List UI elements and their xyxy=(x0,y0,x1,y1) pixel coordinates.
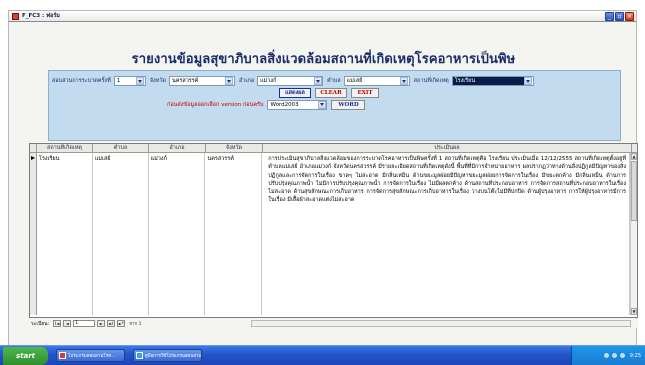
action-buttons: แสดงผล CLEAR EXIT xyxy=(279,88,379,99)
grid-header: สถานที่เกิดเหตุ ตำบล อำเภอ จังหวัด ประเม… xyxy=(30,144,637,153)
header-selector[interactable] xyxy=(30,144,37,152)
window-controls: _ ▫ × xyxy=(605,11,634,21)
round-label: สอบสวนการระบาดครั้งที่ xyxy=(52,78,111,84)
report-title: รายงานข้อมูลสุขาภิบาลสิ่งแวดล้อมสถานที่เ… xyxy=(131,52,516,67)
tray-icon[interactable] xyxy=(611,353,617,358)
column-header-assessment[interactable]: ประเมินผล xyxy=(263,144,632,152)
taskbar-item-manual[interactable]: คู่มือการใช้โปรแกรมสอบสวน... xyxy=(133,349,202,362)
round-select[interactable]: 1 xyxy=(113,76,146,86)
column-header-subdistrict[interactable]: ตำบล xyxy=(93,144,149,152)
subdistrict-value: แม่เล่ย์ xyxy=(346,78,363,84)
province-label: จังหวัด xyxy=(149,78,166,84)
clear-button[interactable]: CLEAR xyxy=(315,88,347,98)
navigator-label: ระเบียน: xyxy=(31,320,50,327)
record-navigator: ระเบียน: I◄ ◄ 1 ► ►I ►* จาก 1 xyxy=(29,319,638,328)
prev-record-button[interactable]: ◄ xyxy=(63,320,72,327)
access-form-icon xyxy=(12,12,19,20)
column-header-place[interactable]: สถานที่เกิดเหตุ xyxy=(37,144,93,152)
restore-icon[interactable]: ▫ xyxy=(615,11,624,21)
cell-subdistrict[interactable]: แม่เล่ย์ xyxy=(93,153,149,315)
taskbar: start โปรแกรมสอบสวนโรค... คู่มือการใช้โป… xyxy=(0,345,645,365)
place-select[interactable]: โรงเรียน xyxy=(451,76,534,86)
system-tray: 9:25 xyxy=(571,345,645,365)
chevron-down-icon[interactable] xyxy=(225,77,234,85)
preview-button[interactable]: แสดงผล xyxy=(279,88,311,98)
column-header-province[interactable]: จังหวัด xyxy=(206,144,263,152)
minimize-icon[interactable]: _ xyxy=(605,11,614,21)
place-value: โรงเรียน xyxy=(452,77,525,85)
current-record-icon xyxy=(31,156,35,160)
province-value: นครสวรรค์ xyxy=(171,78,199,84)
next-record-button[interactable]: ► xyxy=(97,320,106,327)
results-grid: สถานที่เกิดเหตุ ตำบล อำเภอ จังหวัด ประเม… xyxy=(29,143,638,318)
vertical-scrollbar[interactable]: ▲ ▼ xyxy=(630,153,638,315)
district-select[interactable]: แม่วงก์ xyxy=(257,76,324,86)
scroll-thumb[interactable] xyxy=(631,161,638,221)
form-client-area: รายงานข้อมูลสุขาภิบาลสิ่งแวดล้อมสถานที่เ… xyxy=(8,22,638,345)
cell-place[interactable]: โรงเรียน xyxy=(37,153,93,315)
cell-province[interactable]: นครสวรรค์ xyxy=(205,153,263,315)
record-count: จาก 1 xyxy=(129,322,142,327)
cell-district[interactable]: แม่วงก์ xyxy=(149,153,206,315)
access-app-icon xyxy=(59,352,66,359)
table-row[interactable]: โรงเรียน แม่เล่ย์ แม่วงก์ นครสวรรค์ การป… xyxy=(30,153,638,315)
tray-icon[interactable] xyxy=(603,353,609,358)
column-header-district[interactable]: อำเภอ xyxy=(149,144,206,152)
version-select[interactable]: Word2003 xyxy=(267,99,328,110)
taskbar-item-label: โปรแกรมสอบสวนโรค... xyxy=(68,354,116,359)
subdistrict-select[interactable]: แม่เล่ย์ xyxy=(343,76,410,86)
record-selector[interactable] xyxy=(30,153,37,315)
chevron-down-icon[interactable] xyxy=(136,77,145,85)
close-icon[interactable]: × xyxy=(625,11,634,21)
district-label: อำเภอ xyxy=(238,78,255,84)
start-button[interactable]: start xyxy=(3,346,48,365)
new-record-button[interactable]: ►* xyxy=(117,320,126,327)
chevron-down-icon[interactable] xyxy=(317,100,326,109)
first-record-button[interactable]: I◄ xyxy=(53,320,62,327)
taskbar-item-label: คู่มือการใช้โปรแกรมสอบสวน... xyxy=(144,354,201,359)
taskbar-item-program[interactable]: โปรแกรมสอบสวนโรค... xyxy=(56,349,125,362)
clock: 9:25 xyxy=(629,352,641,359)
record-position-input[interactable]: 1 xyxy=(73,320,96,327)
version-note: ก่อนส่งข้อมูลออกเลือก version ก่อนครับ xyxy=(167,101,264,108)
scroll-up-icon[interactable]: ▲ xyxy=(631,153,638,160)
place-label: สถานที่เกิดเหตุ xyxy=(413,78,449,84)
last-record-button[interactable]: ►I xyxy=(107,320,116,327)
window-titlebar[interactable]: F_FC3 : ฟอร์ม _ ▫ × xyxy=(8,10,637,22)
chevron-down-icon[interactable] xyxy=(313,77,322,85)
subdistrict-label: ตำบล xyxy=(327,78,341,84)
filter-panel: สอบสวนการระบาดครั้งที่ 1 จังหวัด นครสวรร… xyxy=(48,70,621,141)
window-title: F_FC3 : ฟอร์ม xyxy=(22,13,60,19)
horizontal-scrollbar[interactable] xyxy=(251,320,631,327)
word-button[interactable]: WORD xyxy=(331,99,366,110)
chevron-down-icon[interactable] xyxy=(400,77,409,85)
document-icon xyxy=(136,352,143,359)
exit-button[interactable]: EXIT xyxy=(351,88,379,98)
district-value: แม่วงก์ xyxy=(260,78,277,84)
scroll-down-icon[interactable]: ▼ xyxy=(631,308,638,315)
round-value: 1 xyxy=(116,78,121,84)
export-row: ก่อนส่งข้อมูลออกเลือก version ก่อนครับ W… xyxy=(167,99,366,110)
filter-row: สอบสวนการระบาดครั้งที่ 1 จังหวัด นครสวรร… xyxy=(52,75,619,87)
version-value: Word2003 xyxy=(270,101,299,108)
tray-icon[interactable] xyxy=(619,353,625,358)
province-select[interactable]: นครสวรรค์ xyxy=(168,76,235,86)
cell-assessment[interactable]: การประเมินสุขาภิบาลสิ่งแวดล้อมของการระบา… xyxy=(262,153,631,315)
chevron-down-icon[interactable] xyxy=(524,77,533,85)
